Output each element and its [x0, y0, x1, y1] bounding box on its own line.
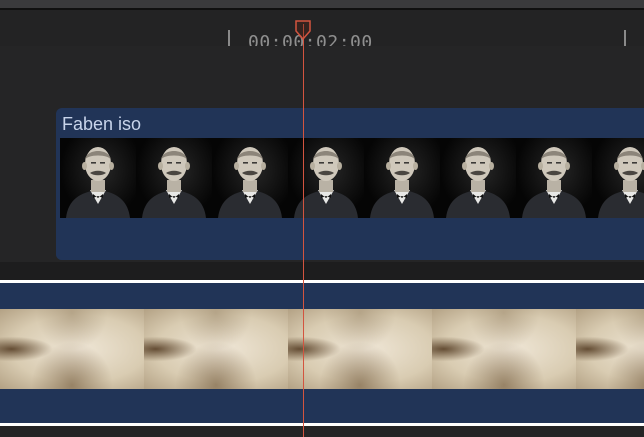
- background-filmstrip: [0, 309, 644, 389]
- texture-frame: [576, 309, 644, 389]
- texture-frame: [144, 309, 288, 389]
- filmstrip-frame: [440, 138, 516, 218]
- track-separator: [0, 262, 644, 280]
- clip-audio-area: [56, 218, 644, 260]
- primary-video-clip[interactable]: Faben iso: [56, 108, 644, 260]
- playhead-marker-icon[interactable]: [295, 20, 311, 40]
- texture-frame: [0, 309, 144, 389]
- clip-title: Faben iso: [62, 114, 142, 134]
- filmstrip-frame: [592, 138, 644, 218]
- texture-frame: [288, 309, 432, 389]
- filmstrip-frame: [136, 138, 212, 218]
- track-separator-bottom: [0, 426, 644, 437]
- filmstrip-frame: [60, 138, 136, 218]
- filmstrip-frame: [288, 138, 364, 218]
- texture-frame: [432, 309, 576, 389]
- clip-filmstrip: [60, 138, 644, 218]
- timeline-top-bar: [0, 0, 644, 8]
- timeline-ruler[interactable]: 00:00:02;00: [0, 10, 644, 54]
- playhead-line[interactable]: [303, 24, 304, 437]
- filmstrip-frame: [364, 138, 440, 218]
- filmstrip-frame: [212, 138, 288, 218]
- filmstrip-frame: [516, 138, 592, 218]
- background-video-clip-selected[interactable]: [0, 280, 644, 426]
